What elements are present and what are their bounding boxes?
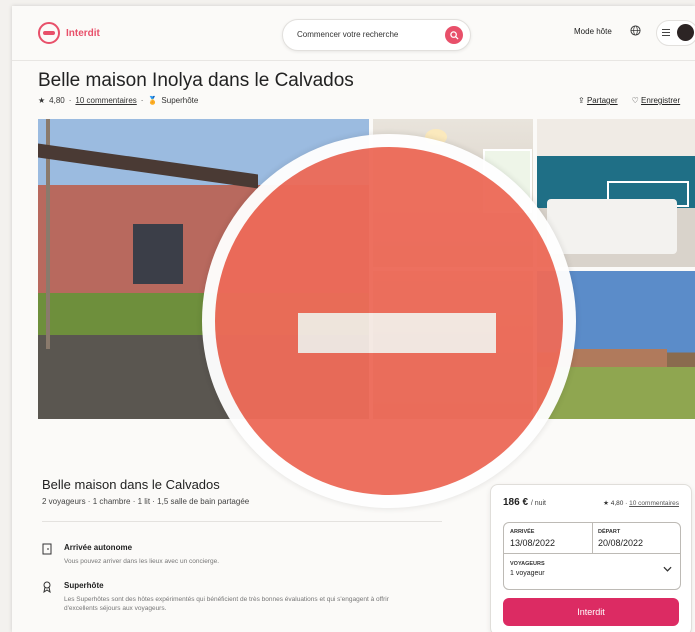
menu-icon — [662, 29, 670, 36]
star-icon: ★ — [603, 500, 609, 507]
door-icon — [42, 543, 52, 555]
header: Interdit Commencer votre recherche Mode … — [12, 6, 695, 61]
search-placeholder: Commencer votre recherche — [297, 30, 399, 39]
page-title: Belle maison Inolya dans le Calvados — [38, 70, 354, 91]
share-label: Partager — [586, 96, 618, 105]
listing-summary: 2 voyageurs · 1 chambre · 1 lit · 1,5 sa… — [42, 497, 250, 506]
medal-icon: 🏅 — [147, 96, 158, 105]
star-icon: ★ — [38, 96, 46, 105]
photo-bedroom[interactable] — [537, 119, 695, 267]
logo-icon — [38, 22, 60, 44]
guests-label: VOYAGEURS — [510, 561, 545, 567]
avatar — [677, 24, 694, 41]
reviews-link[interactable]: 10 commentaires — [75, 96, 136, 105]
book-button[interactable]: Interdit — [503, 598, 679, 626]
date-picker: ARRIVÉE 13/08/2022 DÉPART 20/08/2022 VOY… — [503, 522, 681, 590]
card-rating: ★ 4,80 · 10 commentaires — [603, 500, 679, 507]
price-value: 186 € — [503, 497, 529, 508]
search-bar[interactable]: Commencer votre recherche — [282, 19, 471, 51]
feature-title: Arrivée autonome — [64, 543, 133, 552]
departure-label: DÉPART — [598, 529, 621, 535]
divider — [42, 521, 442, 522]
superhost-label: Superhôte — [161, 96, 199, 105]
arrival-label: ARRIVÉE — [510, 529, 535, 535]
guests-select[interactable]: VOYAGEURS 1 voyageur — [504, 554, 680, 589]
host-mode-link[interactable]: Mode hôte — [574, 27, 612, 36]
listing-actions: ⇪ Partager ♡ Enregistrer — [578, 96, 680, 105]
logo-text: Interdit — [66, 27, 100, 39]
feature-desc: Les Superhôtes sont des hôtes expériment… — [64, 596, 389, 612]
chevron-down-icon — [663, 566, 672, 572]
booking-card: 186 € / nuit ★ 4,80 · 10 commentaires AR… — [490, 484, 692, 632]
feature-title: Superhôte — [64, 581, 104, 590]
departure-field[interactable]: DÉPART 20/08/2022 — [592, 523, 680, 554]
forbidden-sign-icon — [202, 134, 576, 508]
guests-value: 1 voyageur — [510, 570, 545, 577]
listing-meta: ★ 4,80 · 10 commentaires · 🏅 Superhôte — [38, 96, 199, 105]
search-button[interactable] — [445, 26, 463, 44]
listing-subtitle: Belle maison dans le Calvados — [42, 477, 220, 492]
arrival-field[interactable]: ARRIVÉE 13/08/2022 — [504, 523, 593, 554]
card-rating-value: 4,80 — [610, 500, 624, 507]
globe-icon[interactable] — [630, 25, 641, 36]
forbidden-sign-disc — [215, 147, 563, 495]
medal-icon — [43, 581, 51, 593]
arrival-value: 13/08/2022 — [510, 538, 556, 548]
user-menu-button[interactable] — [656, 20, 695, 46]
rating-value: 4,80 — [49, 96, 65, 105]
page: Interdit Commencer votre recherche Mode … — [12, 6, 695, 632]
save-button[interactable]: ♡ Enregistrer — [632, 96, 681, 105]
departure-value: 20/08/2022 — [598, 538, 644, 548]
logo[interactable]: Interdit — [38, 22, 100, 44]
per-night-label: / nuit — [530, 500, 546, 507]
save-label: Enregistrer — [641, 96, 681, 105]
share-button[interactable]: ⇪ Partager — [578, 96, 618, 105]
search-icon — [449, 30, 459, 40]
forbidden-sign-bar — [298, 313, 496, 353]
price: 186 € / nuit — [503, 497, 546, 508]
card-reviews-link[interactable]: 10 commentaires — [629, 500, 679, 507]
feature-desc: Vous pouvez arriver dans les lieux avec … — [64, 558, 220, 565]
